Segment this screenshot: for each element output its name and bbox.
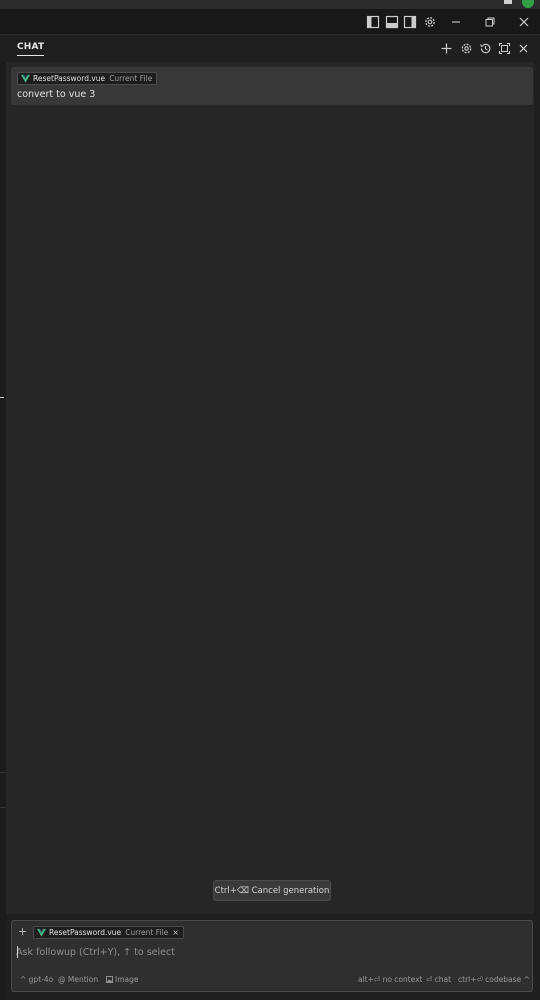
image-label: Image bbox=[115, 975, 139, 984]
new-chat-plus-icon[interactable] bbox=[438, 40, 455, 57]
file-name: ResetPassword.vue bbox=[49, 928, 122, 937]
history-icon[interactable] bbox=[477, 40, 494, 57]
file-name: ResetPassword.vue bbox=[33, 74, 106, 83]
input-footer: ^ gpt-4o @ Mention Image alt+⏎ no contex… bbox=[12, 975, 532, 987]
file-tag: Current File bbox=[125, 928, 169, 937]
chat-panel-header: CHAT bbox=[0, 36, 540, 62]
no-context-shortcut[interactable]: alt+⏎ no context bbox=[358, 975, 423, 984]
followup-input-box: + ResetPassword.vue Current File × ^ gpt… bbox=[11, 920, 533, 992]
add-context-button[interactable]: + bbox=[18, 926, 27, 938]
rail-marker bbox=[0, 397, 4, 398]
cancel-generation-button[interactable]: Ctrl+⌫ Cancel generation bbox=[213, 880, 331, 901]
window-titlebar bbox=[0, 9, 540, 35]
file-tag: Current File bbox=[109, 74, 153, 83]
toggle-secondary-sidebar-icon[interactable] bbox=[401, 13, 419, 31]
toggle-panel-icon[interactable] bbox=[383, 13, 401, 31]
chat-settings-icon[interactable] bbox=[458, 40, 475, 57]
tray-status-icon[interactable] bbox=[522, 0, 534, 8]
image-icon bbox=[106, 976, 113, 983]
user-message[interactable]: ResetPassword.vue Current File convert t… bbox=[11, 67, 533, 105]
message-text: convert to vue 3 bbox=[17, 89, 96, 100]
close-panel-icon[interactable] bbox=[515, 40, 532, 57]
chat-shortcut[interactable]: ⏎ chat bbox=[426, 975, 451, 984]
restore-icon[interactable] bbox=[481, 13, 499, 31]
followup-input[interactable] bbox=[16, 944, 526, 960]
toggle-primary-sidebar-icon[interactable] bbox=[364, 13, 382, 31]
mention-button[interactable]: @ Mention bbox=[58, 975, 98, 984]
os-top-bar bbox=[0, 0, 540, 9]
tray-indicator bbox=[504, 0, 512, 4]
model-selector[interactable]: ^ gpt-4o bbox=[20, 975, 53, 984]
image-button[interactable]: Image bbox=[106, 975, 139, 984]
chat-messages-area bbox=[6, 62, 534, 914]
tab-chat[interactable]: CHAT bbox=[17, 42, 45, 56]
codebase-shortcut[interactable]: ctrl+⏎ codebase ^ bbox=[458, 975, 530, 984]
vue-file-icon bbox=[37, 928, 46, 937]
text-caret bbox=[17, 946, 18, 958]
close-icon[interactable] bbox=[515, 13, 533, 31]
file-context-pill[interactable]: ResetPassword.vue Current File × bbox=[33, 926, 184, 939]
file-context-pill[interactable]: ResetPassword.vue Current File bbox=[17, 72, 158, 85]
maximize-icon[interactable] bbox=[496, 40, 513, 57]
minimize-icon[interactable] bbox=[447, 13, 465, 31]
remove-file-close-icon[interactable]: × bbox=[172, 928, 179, 937]
settings-gear-icon[interactable] bbox=[421, 13, 439, 31]
vue-file-icon bbox=[21, 74, 30, 83]
